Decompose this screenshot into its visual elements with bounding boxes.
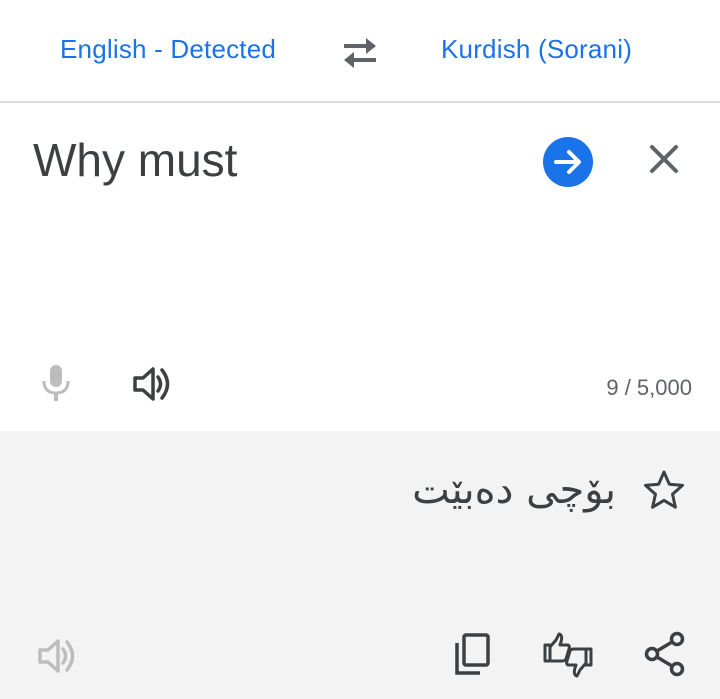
- listen-source-button[interactable]: [131, 365, 173, 403]
- save-translation-button[interactable]: [643, 469, 685, 511]
- swap-languages-button[interactable]: [338, 34, 382, 70]
- source-text-input[interactable]: Why must: [33, 133, 237, 187]
- star-outline-icon: [644, 470, 684, 509]
- translated-text: بۆچی دەبێت: [412, 467, 616, 513]
- swap-arrows-icon: [344, 38, 376, 68]
- listen-translation-button[interactable]: [36, 636, 78, 676]
- clear-input-button[interactable]: [644, 139, 684, 179]
- source-language-button[interactable]: English - Detected: [60, 34, 276, 65]
- copy-icon: [455, 633, 490, 675]
- thumbs-feedback-icon: [543, 632, 593, 678]
- output-panel: بۆچی دەبێت: [0, 431, 720, 699]
- share-translation-button[interactable]: [644, 631, 686, 677]
- translate-button[interactable]: [543, 137, 593, 187]
- target-language-button[interactable]: Kurdish (Sorani): [441, 34, 632, 65]
- rate-translation-button[interactable]: [542, 631, 594, 679]
- arrow-right-icon: [554, 150, 581, 174]
- copy-translation-button[interactable]: [452, 631, 492, 677]
- voice-input-button[interactable]: [38, 363, 74, 403]
- character-count: 9 / 5,000: [606, 375, 692, 400]
- language-bar: English - Detected Kurdish (Sorani): [0, 0, 720, 103]
- close-icon: [650, 145, 678, 173]
- speaker-icon: [38, 639, 75, 673]
- microphone-icon: [42, 365, 70, 401]
- input-panel: Why must 9 / 5,000: [0, 103, 720, 431]
- speaker-icon: [133, 367, 170, 401]
- share-icon: [644, 631, 685, 677]
